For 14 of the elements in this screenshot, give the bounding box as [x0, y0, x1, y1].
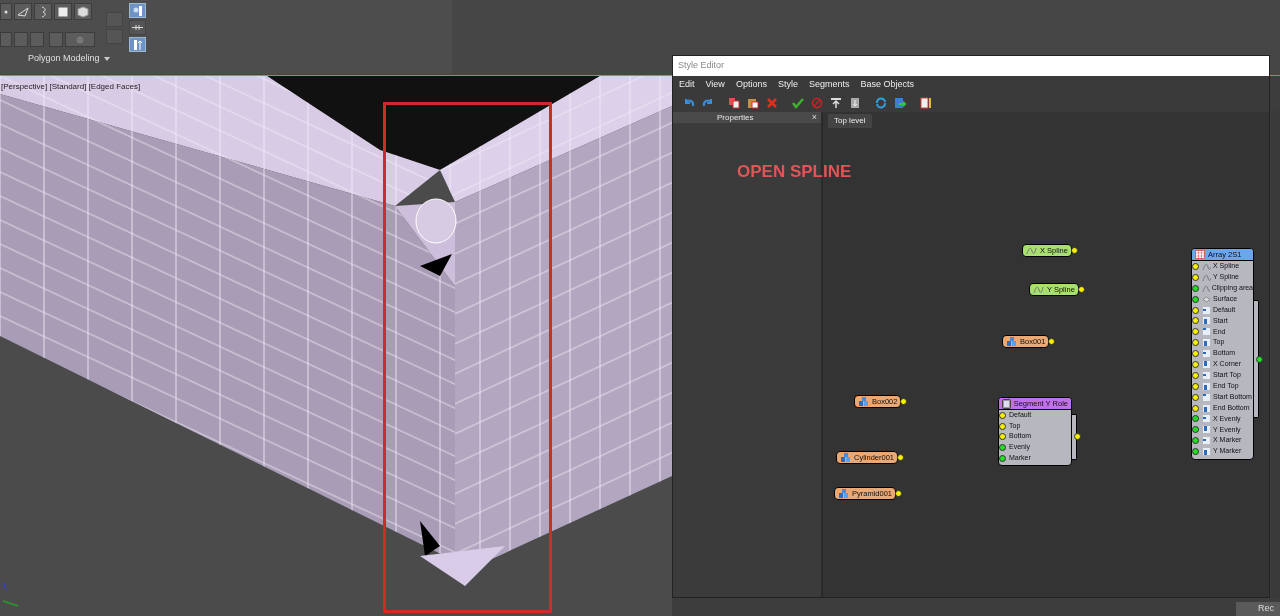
close-button[interactable]: ×	[811, 113, 817, 122]
menu-item[interactable]: Segments	[808, 77, 850, 92]
menu-item[interactable]: Style	[777, 77, 798, 92]
menu-item[interactable]: Edit	[679, 77, 695, 92]
viewport-label[interactable]: [Perspective] [Standard] [Edged Faces]	[1, 81, 141, 93]
menu-item[interactable]: View	[705, 77, 725, 92]
panel-label: Polygon Modeling	[28, 52, 100, 65]
tab[interactable]: Top level	[828, 114, 872, 128]
menu-item[interactable]: Options	[735, 77, 767, 92]
side-button[interactable]: Rec	[1236, 602, 1280, 616]
window-title: Style Editor	[678, 59, 725, 73]
annotation-text: OPEN SPLINE	[737, 161, 852, 183]
menu-item[interactable]: Base Objects	[860, 77, 914, 92]
panel-title: Properties	[717, 111, 754, 124]
